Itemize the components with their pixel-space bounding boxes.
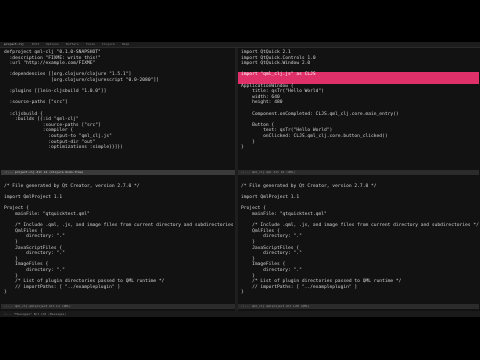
- code-area[interactable]: /* File generated by Qt Creator, version…: [4, 184, 234, 296]
- menu-item-options[interactable]: Options: [46, 42, 59, 47]
- editor-pane-qml[interactable]: import QtQuick 2.1 import QtQuick.Control…: [238, 48, 479, 175]
- modeline: -:--- project.clj All L1 (Clojure Undo-T…: [1, 170, 235, 175]
- code-line[interactable]: /* Include .qml, .js, and image files fr…: [241, 223, 479, 229]
- menu-item-clojure[interactable]: Clojure: [102, 42, 115, 47]
- code-line[interactable]: }: [4, 290, 233, 296]
- modeline: -:--- qml_clj.qml All L6 (QML): [238, 170, 479, 175]
- code-line[interactable]: /* Include .qml, .js, and image files fr…: [4, 223, 234, 229]
- editor-pane-project-clj[interactable]: defproject qml-clj "0.1.0-SNAPSHOT" :des…: [1, 48, 235, 175]
- menu-item-tools[interactable]: Tools: [86, 42, 95, 47]
- code-area[interactable]: defproject qml-clj "0.1.0-SNAPSHOT" :des…: [4, 50, 233, 151]
- editor-pane-qmlproject-right[interactable]: /* File generated by Qt Creator, version…: [238, 182, 479, 309]
- code-area[interactable]: import QtQuick 2.1 import QtQuick.Control…: [238, 50, 479, 151]
- menu-item-help[interactable]: Help: [122, 42, 129, 47]
- code-line[interactable]: }: [241, 145, 477, 151]
- menu-item-edit[interactable]: Edit: [32, 42, 39, 47]
- code-line[interactable]: :optimizations :simple}}]}): [4, 145, 233, 151]
- menu-item-buffers[interactable]: Buffers: [66, 42, 79, 47]
- menu-item-project-clj[interactable]: project.clj: [4, 42, 24, 47]
- modeline: -:--- qml_clj.qmlproject All L20 (QML): [238, 304, 479, 309]
- code-area[interactable]: /* File generated by Qt Creator, version…: [241, 184, 479, 296]
- minibuffer-status: -:--- *Messages* Bot L45 (Messages): [0, 311, 480, 317]
- modeline: -:--- qml_clj.qmlproject All L1 (QML): [1, 304, 235, 309]
- code-line[interactable]: }: [241, 290, 477, 296]
- editor-pane-qmlproject-left[interactable]: /* File generated by Qt Creator, version…: [1, 182, 235, 309]
- emacs-window: project.clj Edit Options Buffers Tools Clojur…: [0, 42, 480, 317]
